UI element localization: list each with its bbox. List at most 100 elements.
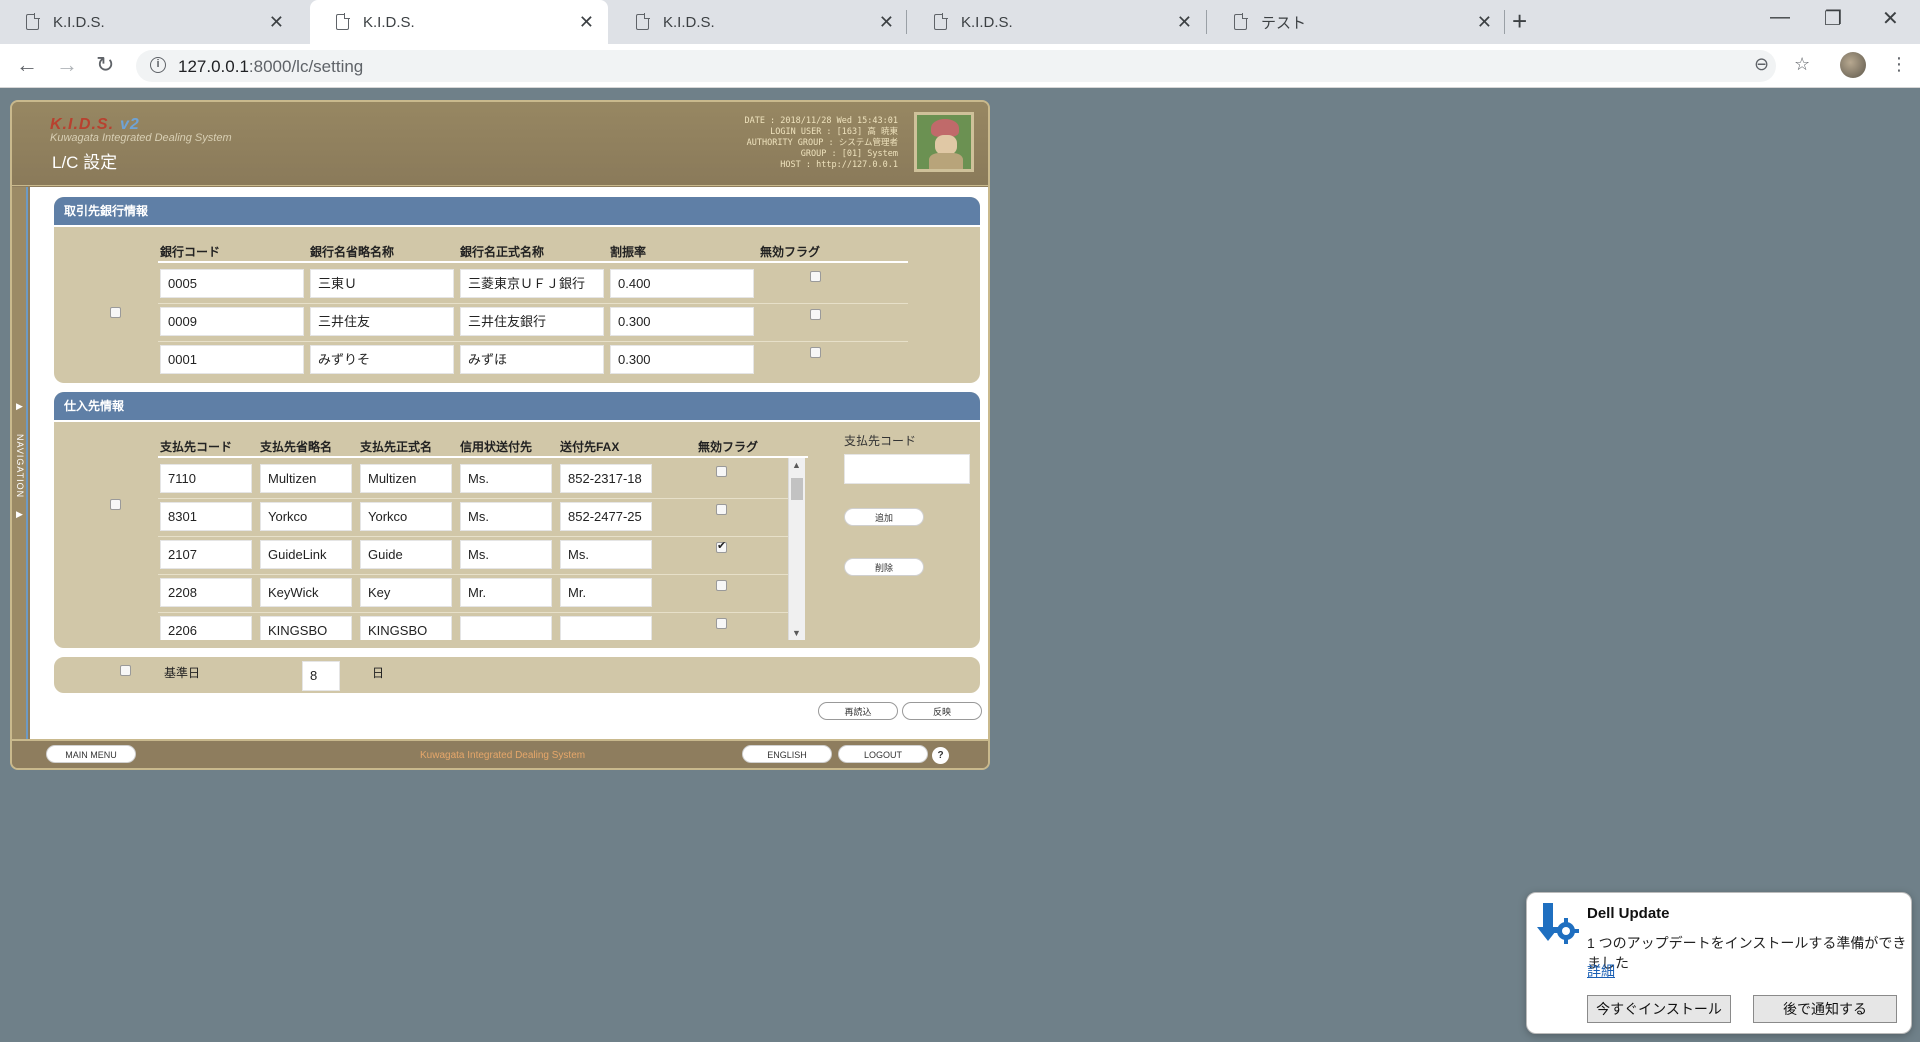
bank-panel: 取引先銀行情報 銀行コード 銀行名省略名称 銀行名正式名称 割振率 無効フラグ … (52, 195, 982, 385)
supplier-code-field[interactable]: 7110 (160, 464, 252, 493)
browser-tab[interactable]: K.I.D.S. ✕ (908, 0, 1206, 44)
supplier-code-field[interactable]: 2206 (160, 616, 252, 640)
notification-message: 1 つのアップデートをインストールする準備ができました (1587, 935, 1907, 971)
supplier-short-name-field[interactable]: Multizen (260, 464, 352, 493)
supplier-list-scrollbar[interactable]: ▲ ▼ (788, 458, 805, 640)
fax-field[interactable]: 852-2317-18 (560, 464, 652, 493)
english-button[interactable]: ENGLISH (742, 745, 832, 763)
rate-field[interactable]: 0.400 (610, 269, 754, 298)
lc-send-to-field[interactable]: Ms. (460, 502, 552, 531)
supplier-full-name-field[interactable]: Key (360, 578, 452, 607)
forward-icon[interactable]: → (56, 52, 78, 78)
supplier-full-name-field[interactable]: Multizen (360, 464, 452, 493)
supplier-code-input[interactable] (844, 454, 970, 484)
scroll-down-icon[interactable]: ▼ (792, 628, 801, 638)
close-icon[interactable]: ✕ (269, 12, 284, 33)
reload-button[interactable]: 再読込 (818, 702, 898, 720)
bank-code-field[interactable]: 0005 (160, 269, 304, 298)
supplier-code-field[interactable]: 2107 (160, 540, 252, 569)
add-button[interactable]: 追加 (844, 508, 924, 526)
details-link[interactable]: 詳細 (1587, 961, 1615, 981)
restore-icon[interactable]: ❐ (1824, 6, 1842, 31)
window-close-icon[interactable]: ✕ (1882, 6, 1899, 31)
remind-later-button[interactable]: 後で通知する (1753, 995, 1897, 1023)
bank-short-name-field[interactable]: みずりそ (310, 345, 454, 374)
supplier-short-name-field[interactable]: Yorkco (260, 502, 352, 531)
column-header: 支払先コード (160, 440, 233, 454)
reload-icon[interactable]: ↻ (96, 52, 114, 78)
authority-group-text: AUTHORITY GROUP : システム管理者 (746, 138, 898, 148)
base-date-input[interactable]: 8 (302, 661, 340, 691)
fax-field[interactable]: Mr. (560, 578, 652, 607)
supplier-code-field[interactable]: 8301 (160, 502, 252, 531)
scroll-thumb[interactable] (791, 478, 803, 500)
supplier-full-name-field[interactable]: KINGSBO (360, 616, 452, 640)
invalid-flag-checkbox[interactable] (810, 347, 821, 358)
delete-button[interactable]: 削除 (844, 558, 924, 576)
host-text: HOST : http://127.0.0.1 (780, 160, 898, 170)
site-info-icon[interactable]: i (150, 57, 166, 73)
supplier-full-name-field[interactable]: Yorkco (360, 502, 452, 531)
help-icon[interactable]: ? (932, 747, 949, 764)
supplier-short-name-field[interactable]: GuideLink (260, 540, 352, 569)
invalid-flag-checkbox[interactable] (716, 580, 727, 591)
profile-avatar[interactable] (1840, 52, 1866, 78)
invalid-flag-checkbox[interactable] (810, 271, 821, 282)
invalid-flag-checkbox[interactable] (810, 309, 821, 320)
address-bar[interactable]: i 127.0.0.1:8000/lc/setting (136, 50, 1776, 82)
close-icon[interactable]: ✕ (1477, 12, 1492, 33)
lc-send-to-field[interactable]: Mr. (460, 578, 552, 607)
bank-code-field[interactable]: 0009 (160, 307, 304, 336)
rate-field[interactable]: 0.300 (610, 345, 754, 374)
minimize-icon[interactable]: — (1770, 6, 1790, 29)
navigation-toggle[interactable]: ▶ NAVIGATION ▶ (12, 187, 28, 739)
bank-full-name-field[interactable]: 三井住友銀行 (460, 307, 604, 336)
browser-tab-active[interactable]: K.I.D.S. ✕ (310, 0, 608, 44)
column-header: 無効フラグ (698, 440, 759, 454)
bank-full-name-field[interactable]: みずほ (460, 345, 604, 374)
scroll-up-icon[interactable]: ▲ (792, 460, 801, 470)
browser-tab[interactable]: テスト ✕ (1208, 0, 1506, 44)
invalid-flag-checkbox[interactable] (716, 504, 727, 515)
close-icon[interactable]: ✕ (879, 12, 894, 33)
zoom-icon[interactable]: ⊖ (1754, 54, 1769, 75)
document-icon (934, 13, 948, 30)
menu-dots-icon[interactable]: ⋮ (1890, 54, 1908, 75)
bank-select-all-checkbox[interactable] (110, 307, 121, 318)
back-icon[interactable]: ← (16, 52, 38, 78)
bank-short-name-field[interactable]: 三東Ｕ (310, 269, 454, 298)
supplier-short-name-field[interactable]: KINGSBO (260, 616, 352, 640)
new-tab-icon[interactable]: + (1512, 6, 1527, 37)
fax-field[interactable] (560, 616, 652, 640)
lc-send-to-field[interactable]: Ms. (460, 540, 552, 569)
supplier-select-all-checkbox[interactable] (110, 499, 121, 510)
dell-update-notification: Dell Update 1 つのアップデートをインストールする準備ができました … (1526, 892, 1912, 1034)
column-header: 銀行名正式名称 (460, 245, 545, 259)
invalid-flag-checkbox[interactable] (716, 466, 727, 477)
base-date-label: 基準日 (164, 666, 201, 680)
invalid-flag-checkbox-checked[interactable] (716, 539, 727, 553)
browser-tab[interactable]: K.I.D.S. ✕ (610, 0, 908, 44)
install-now-button[interactable]: 今すぐインストール (1587, 995, 1731, 1023)
browser-tab[interactable]: K.I.D.S. ✕ (0, 0, 298, 44)
fax-field[interactable]: Ms. (560, 540, 652, 569)
close-icon[interactable]: ✕ (1177, 12, 1192, 33)
supplier-full-name-field[interactable]: Guide (360, 540, 452, 569)
base-date-checkbox[interactable] (120, 665, 131, 676)
main-content: 取引先銀行情報 銀行コード 銀行名省略名称 銀行名正式名称 割振率 無効フラグ … (30, 187, 988, 739)
main-menu-button[interactable]: MAIN MENU (46, 745, 136, 763)
apply-button[interactable]: 反映 (902, 702, 982, 720)
bank-code-field[interactable]: 0001 (160, 345, 304, 374)
lc-send-to-field[interactable]: Ms. (460, 464, 552, 493)
rate-field[interactable]: 0.300 (610, 307, 754, 336)
lc-send-to-field[interactable] (460, 616, 552, 640)
fax-field[interactable]: 852-2477-25 (560, 502, 652, 531)
bank-short-name-field[interactable]: 三井住友 (310, 307, 454, 336)
close-icon[interactable]: ✕ (579, 12, 594, 33)
invalid-flag-checkbox[interactable] (716, 618, 727, 629)
supplier-code-field[interactable]: 2208 (160, 578, 252, 607)
bank-full-name-field[interactable]: 三菱東京ＵＦＪ銀行 (460, 269, 604, 298)
bookmark-star-icon[interactable]: ☆ (1794, 54, 1810, 75)
supplier-short-name-field[interactable]: KeyWick (260, 578, 352, 607)
logout-button[interactable]: LOGOUT (838, 745, 928, 763)
